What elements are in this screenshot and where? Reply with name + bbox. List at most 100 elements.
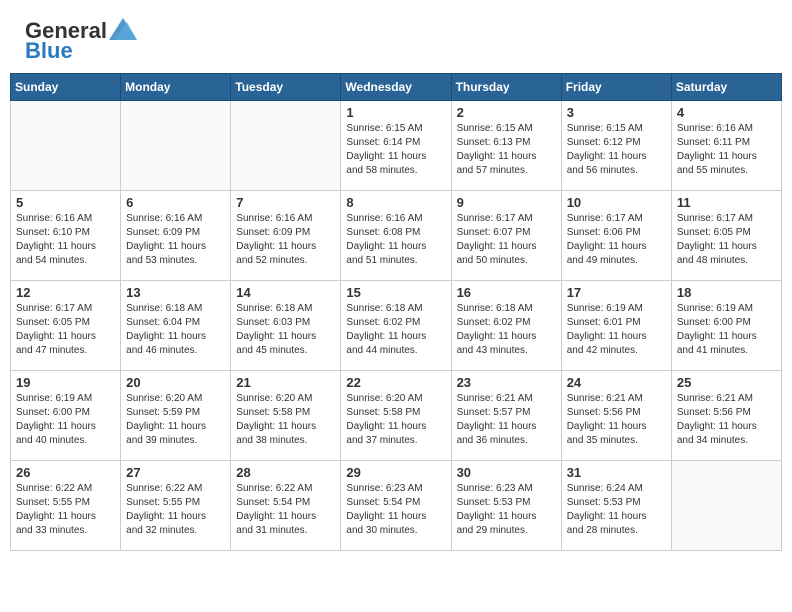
calendar-cell (11, 101, 121, 191)
calendar-cell: 31 Sunrise: 6:24 AMSunset: 5:53 PMDayligh… (561, 461, 671, 551)
calendar-cell (231, 101, 341, 191)
calendar-cell: 3 Sunrise: 6:15 AMSunset: 6:12 PMDaylight… (561, 101, 671, 191)
calendar-cell: 9 Sunrise: 6:17 AMSunset: 6:07 PMDaylight… (451, 191, 561, 281)
logo-icon (109, 18, 137, 40)
day-number: 13 (126, 285, 225, 300)
calendar-cell: 17 Sunrise: 6:19 AMSunset: 6:01 PMDayligh… (561, 281, 671, 371)
day-number: 9 (457, 195, 556, 210)
day-info: Sunrise: 6:21 AMSunset: 5:56 PMDaylight:… (677, 392, 776, 448)
day-number: 30 (457, 465, 556, 480)
calendar-cell: 15 Sunrise: 6:18 AMSunset: 6:02 PMDayligh… (341, 281, 451, 371)
day-number: 23 (457, 375, 556, 390)
day-info: Sunrise: 6:17 AMSunset: 6:05 PMDaylight:… (677, 212, 776, 268)
day-info: Sunrise: 6:15 AMSunset: 6:12 PMDaylight:… (567, 122, 666, 178)
day-info: Sunrise: 6:16 AMSunset: 6:10 PMDaylight:… (16, 212, 115, 268)
calendar-cell: 5 Sunrise: 6:16 AMSunset: 6:10 PMDaylight… (11, 191, 121, 281)
day-info: Sunrise: 6:15 AMSunset: 6:14 PMDaylight:… (346, 122, 445, 178)
day-number: 6 (126, 195, 225, 210)
day-info: Sunrise: 6:15 AMSunset: 6:13 PMDaylight:… (457, 122, 556, 178)
calendar-cell: 30 Sunrise: 6:23 AMSunset: 5:53 PMDayligh… (451, 461, 561, 551)
calendar-week-row: 19 Sunrise: 6:19 AMSunset: 6:00 PMDayligh… (11, 371, 782, 461)
calendar-cell: 29 Sunrise: 6:23 AMSunset: 5:54 PMDayligh… (341, 461, 451, 551)
calendar-cell: 18Sunrise: 6:19 AMSunset: 6:00 PMDayligh… (671, 281, 781, 371)
day-info: Sunrise: 6:16 AMSunset: 6:08 PMDaylight:… (346, 212, 445, 268)
calendar-cell: 4Sunrise: 6:16 AMSunset: 6:11 PMDaylight… (671, 101, 781, 191)
day-number: 22 (346, 375, 445, 390)
calendar-cell: 10Sunrise: 6:17 AMSunset: 6:06 PMDayligh… (561, 191, 671, 281)
page-header: General Blue (10, 10, 782, 68)
day-info: Sunrise: 6:18 AMSunset: 6:02 PMDaylight:… (346, 302, 445, 358)
col-header-sunday: Sunday (11, 74, 121, 101)
day-info: Sunrise: 6:20 AMSunset: 5:58 PMDaylight:… (346, 392, 445, 448)
day-info: Sunrise: 6:22 AMSunset: 5:55 PMDaylight:… (126, 482, 225, 538)
day-info: Sunrise: 6:18 AMSunset: 6:03 PMDaylight:… (236, 302, 335, 358)
day-info: Sunrise: 6:23 AMSunset: 5:53 PMDaylight:… (457, 482, 556, 538)
day-number: 28 (236, 465, 335, 480)
day-info: Sunrise: 6:22 AMSunset: 5:54 PMDaylight:… (236, 482, 335, 538)
col-header-thursday: Thursday (451, 74, 561, 101)
col-header-tuesday: Tuesday (231, 74, 341, 101)
day-number: 14 (236, 285, 335, 300)
day-info: Sunrise: 6:19 AMSunset: 6:00 PMDaylight:… (16, 392, 115, 448)
calendar-cell: 12 Sunrise: 6:17 AMSunset: 6:05 PMDayligh… (11, 281, 121, 371)
calendar-cell: 13 Sunrise: 6:18 AMSunset: 6:04 PMDayligh… (121, 281, 231, 371)
day-number: 2 (457, 105, 556, 120)
col-header-wednesday: Wednesday (341, 74, 451, 101)
col-header-monday: Monday (121, 74, 231, 101)
day-number: 4 (677, 105, 776, 120)
day-number: 31 (567, 465, 666, 480)
day-number: 1 (346, 105, 445, 120)
col-header-friday: Friday (561, 74, 671, 101)
calendar-table: SundayMondayTuesdayWednesdayThursdayFrid… (10, 73, 782, 551)
day-info: Sunrise: 6:23 AMSunset: 5:54 PMDaylight:… (346, 482, 445, 538)
day-number: 27 (126, 465, 225, 480)
day-number: 19 (16, 375, 115, 390)
calendar-cell: 8 Sunrise: 6:16 AMSunset: 6:08 PMDaylight… (341, 191, 451, 281)
calendar-cell: 26Sunrise: 6:22 AMSunset: 5:55 PMDayligh… (11, 461, 121, 551)
day-number: 17 (567, 285, 666, 300)
day-info: Sunrise: 6:16 AMSunset: 6:09 PMDaylight:… (236, 212, 335, 268)
day-info: Sunrise: 6:18 AMSunset: 6:04 PMDaylight:… (126, 302, 225, 358)
day-number: 25 (677, 375, 776, 390)
calendar-cell: 1 Sunrise: 6:15 AMSunset: 6:14 PMDaylight… (341, 101, 451, 191)
day-number: 21 (236, 375, 335, 390)
calendar-cell: 24Sunrise: 6:21 AMSunset: 5:56 PMDayligh… (561, 371, 671, 461)
col-header-saturday: Saturday (671, 74, 781, 101)
day-info: Sunrise: 6:21 AMSunset: 5:57 PMDaylight:… (457, 392, 556, 448)
day-number: 11 (677, 195, 776, 210)
day-info: Sunrise: 6:18 AMSunset: 6:02 PMDaylight:… (457, 302, 556, 358)
calendar-cell: 21 Sunrise: 6:20 AMSunset: 5:58 PMDayligh… (231, 371, 341, 461)
calendar-cell: 2 Sunrise: 6:15 AMSunset: 6:13 PMDaylight… (451, 101, 561, 191)
day-number: 8 (346, 195, 445, 210)
calendar-cell: 7Sunrise: 6:16 AMSunset: 6:09 PMDaylight… (231, 191, 341, 281)
day-info: Sunrise: 6:22 AMSunset: 5:55 PMDaylight:… (16, 482, 115, 538)
day-info: Sunrise: 6:19 AMSunset: 6:00 PMDaylight:… (677, 302, 776, 358)
day-info: Sunrise: 6:17 AMSunset: 6:07 PMDaylight:… (457, 212, 556, 268)
calendar-cell: 14 Sunrise: 6:18 AMSunset: 6:03 PMDayligh… (231, 281, 341, 371)
day-info: Sunrise: 6:24 AMSunset: 5:53 PMDaylight:… (567, 482, 666, 538)
day-info: Sunrise: 6:21 AMSunset: 5:56 PMDaylight:… (567, 392, 666, 448)
day-number: 3 (567, 105, 666, 120)
calendar-cell: 25 Sunrise: 6:21 AMSunset: 5:56 PMDayligh… (671, 371, 781, 461)
day-number: 5 (16, 195, 115, 210)
calendar-cell (121, 101, 231, 191)
calendar-cell: 27 Sunrise: 6:22 AMSunset: 5:55 PMDayligh… (121, 461, 231, 551)
day-info: Sunrise: 6:16 AMSunset: 6:09 PMDaylight:… (126, 212, 225, 268)
day-info: Sunrise: 6:17 AMSunset: 6:05 PMDaylight:… (16, 302, 115, 358)
calendar-cell: 20Sunrise: 6:20 AMSunset: 5:59 PMDayligh… (121, 371, 231, 461)
calendar-week-row: 26Sunrise: 6:22 AMSunset: 5:55 PMDayligh… (11, 461, 782, 551)
calendar-cell: 6 Sunrise: 6:16 AMSunset: 6:09 PMDaylight… (121, 191, 231, 281)
day-info: Sunrise: 6:19 AMSunset: 6:01 PMDaylight:… (567, 302, 666, 358)
day-number: 10 (567, 195, 666, 210)
calendar-cell: 23 Sunrise: 6:21 AMSunset: 5:57 PMDayligh… (451, 371, 561, 461)
calendar-cell: 22 Sunrise: 6:20 AMSunset: 5:58 PMDayligh… (341, 371, 451, 461)
calendar-week-row: 12 Sunrise: 6:17 AMSunset: 6:05 PMDayligh… (11, 281, 782, 371)
day-number: 12 (16, 285, 115, 300)
calendar-header-row: SundayMondayTuesdayWednesdayThursdayFrid… (11, 74, 782, 101)
day-number: 20 (126, 375, 225, 390)
day-number: 15 (346, 285, 445, 300)
day-info: Sunrise: 6:20 AMSunset: 5:58 PMDaylight:… (236, 392, 335, 448)
calendar-cell: 11 Sunrise: 6:17 AMSunset: 6:05 PMDayligh… (671, 191, 781, 281)
calendar-cell: 16Sunrise: 6:18 AMSunset: 6:02 PMDayligh… (451, 281, 561, 371)
day-number: 29 (346, 465, 445, 480)
